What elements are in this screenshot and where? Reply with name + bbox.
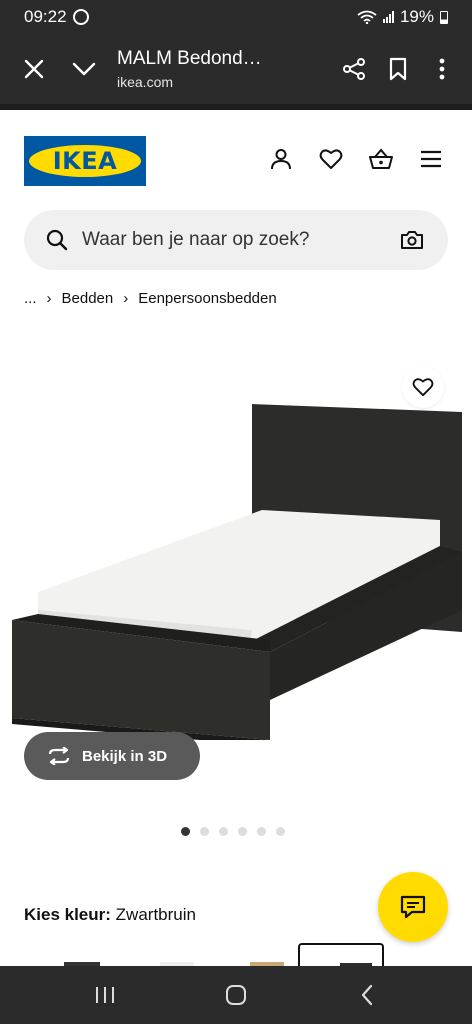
search-bar[interactable]: Waar ben je naar op zoek?	[24, 210, 448, 270]
search-icon	[46, 229, 68, 251]
gallery-dot[interactable]	[200, 827, 209, 836]
status-right-group: 19%	[357, 7, 448, 27]
menu-button[interactable]	[418, 146, 444, 172]
view-3d-label: Bekijk in 3D	[82, 747, 168, 765]
gallery-dot[interactable]	[181, 827, 190, 836]
signal-icon	[382, 11, 394, 23]
chat-button[interactable]	[378, 872, 448, 942]
gallery-dot[interactable]	[219, 827, 228, 836]
browser-actions	[332, 44, 464, 94]
system-navigation-bar	[0, 966, 472, 1024]
status-time-group: 09:22	[24, 7, 89, 27]
color-selector-heading: Kies kleur: Zwartbruin	[24, 905, 196, 925]
battery-percent: 19%	[399, 7, 434, 26]
share-icon	[343, 58, 365, 80]
more-vertical-icon	[439, 58, 445, 80]
view-3d-button[interactable]: Bekijk in 3D	[24, 732, 200, 780]
more-options-button[interactable]	[420, 44, 464, 94]
recent-apps-button[interactable]	[83, 973, 127, 1017]
chat-icon	[400, 895, 426, 919]
chevron-right-icon: ›	[123, 290, 129, 307]
heart-icon	[319, 149, 343, 169]
site-header: IKEA	[0, 110, 472, 206]
account-button[interactable]	[268, 146, 294, 172]
color-value: Zwartbruin	[115, 905, 196, 924]
user-icon	[271, 149, 291, 170]
wifi-icon	[357, 10, 377, 24]
back-icon	[361, 984, 372, 1006]
whatsapp-icon	[72, 9, 89, 25]
gallery-dot[interactable]	[257, 827, 266, 836]
camera-icon	[401, 231, 423, 249]
home-button[interactable]	[214, 973, 258, 1017]
breadcrumb: ... › Bedden › Eenpersoonsbedden	[24, 290, 277, 307]
logo-text: IKEA	[52, 147, 118, 175]
gallery-dot[interactable]	[238, 827, 247, 836]
chevron-right-icon: ›	[46, 290, 52, 307]
share-button[interactable]	[332, 44, 376, 94]
browser-toolbar: MALM Bedond… ikea.com	[0, 34, 472, 104]
back-button[interactable]	[345, 973, 389, 1017]
home-icon	[225, 985, 246, 1005]
menu-icon	[421, 150, 441, 168]
color-label: Kies kleur:	[24, 905, 111, 924]
bookmark-button[interactable]	[376, 44, 420, 94]
recent-apps-icon	[96, 987, 115, 1003]
basket-icon	[369, 148, 393, 169]
breadcrumb-item-bedden[interactable]: Bedden	[62, 290, 114, 307]
basket-button[interactable]	[368, 146, 394, 172]
url-block[interactable]: MALM Bedond… ikea.com	[117, 48, 262, 90]
product-gallery[interactable]: Bekijk in 3D	[0, 320, 472, 800]
ikea-logo[interactable]: IKEA	[24, 136, 146, 186]
page-domain: ikea.com	[117, 74, 174, 90]
page-title: MALM Bedond…	[117, 48, 262, 69]
product-image	[12, 404, 462, 740]
heart-icon	[412, 378, 434, 397]
battery-icon	[440, 10, 448, 24]
search-input[interactable]: Waar ben je naar op zoek?	[82, 229, 398, 251]
favourites-button[interactable]	[318, 146, 344, 172]
chevron-down-icon	[72, 62, 96, 76]
logo-oval: IKEA	[29, 145, 141, 177]
breadcrumb-item-eenpersoonsbedden[interactable]: Eenpersoonsbedden	[138, 290, 276, 307]
breadcrumb-item-ellipsis[interactable]: ...	[24, 290, 37, 307]
close-tab-button[interactable]	[9, 44, 59, 94]
collapse-button[interactable]	[59, 44, 109, 94]
status-time: 09:22	[24, 7, 67, 26]
header-icons	[268, 146, 444, 172]
gallery-dot[interactable]	[276, 827, 285, 836]
bookmark-icon	[389, 57, 407, 81]
status-bar: 09:22 19%	[0, 0, 472, 34]
add-to-favourites-button[interactable]	[402, 366, 444, 408]
rotate-3d-icon	[48, 747, 70, 765]
close-icon	[24, 59, 44, 79]
visual-search-button[interactable]	[398, 226, 426, 254]
gallery-pagination	[181, 827, 285, 836]
